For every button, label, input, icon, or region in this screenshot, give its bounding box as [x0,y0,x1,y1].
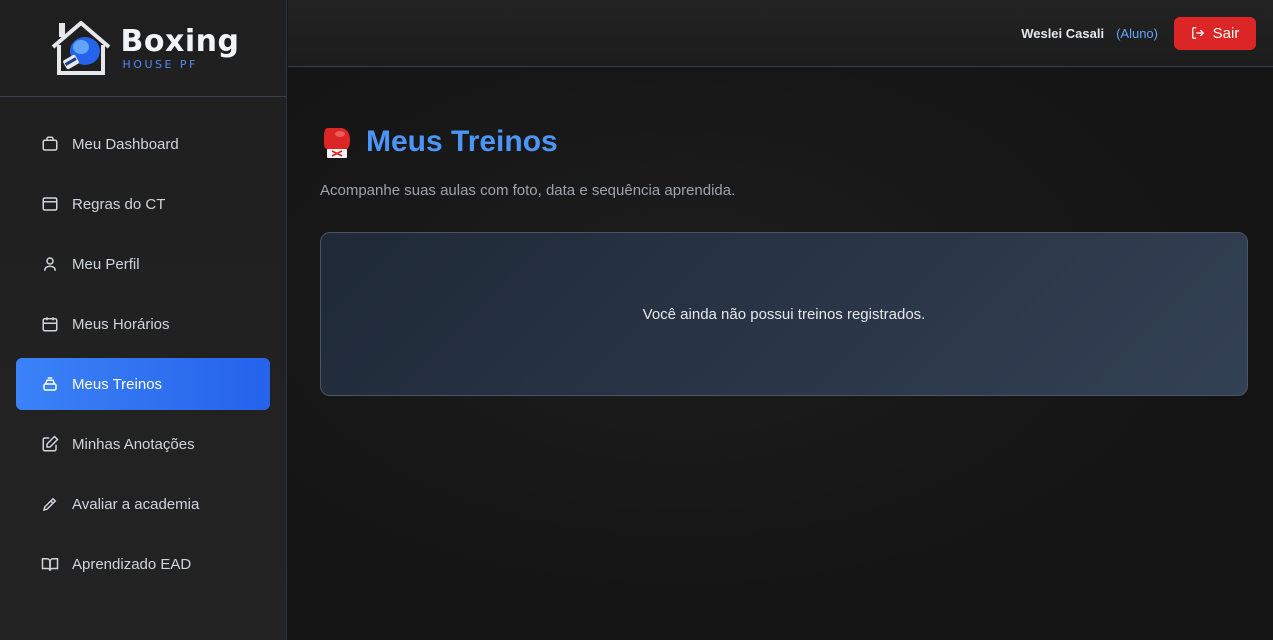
page-title: Meus Treinos [320,124,1248,160]
sidebar-item-perfil[interactable]: Meu Perfil [16,238,270,290]
page-subtitle: Acompanhe suas aulas com foto, data e se… [320,182,736,199]
sidebar-item-label: Minhas Anotações [72,435,195,453]
sidebar-item-label: Aprendizado EAD [72,555,192,573]
sidebar: Boxing HOUSE PF Meu Dashboard Regras do … [0,0,287,640]
user-role: (Aluno) [1116,25,1158,41]
sidebar-item-label: Meu Perfil [72,255,140,273]
sidebar-item-label: Meus Horários [72,315,170,333]
edit-icon [40,434,60,454]
logo[interactable]: Boxing HOUSE PF [47,19,240,77]
logout-icon [1191,27,1204,39]
empty-state-card: Você ainda não possui treinos registrado… [320,232,1248,396]
sidebar-item-regras[interactable]: Regras do CT [16,178,270,230]
window-icon [40,194,60,214]
sidebar-item-ead[interactable]: Aprendizado EAD [16,538,270,590]
boxing-house-logo-icon [51,21,110,75]
sidebar-item-anotacoes[interactable]: Minhas Anotações [16,418,270,470]
main-content: Meus Treinos Acompanhe suas aulas com fo… [288,68,1273,640]
page-heading: Meus Treinos [366,125,558,158]
sidebar-item-dashboard[interactable]: Meu Dashboard [16,118,270,170]
pen-icon [40,494,60,514]
sidebar-item-treinos[interactable]: Meus Treinos [16,358,270,410]
empty-state-message: Você ainda não possui treinos registrado… [642,305,926,323]
brand-name: Boxing [120,23,240,59]
sidebar-item-horarios[interactable]: Meus Horários [16,298,270,350]
logout-button[interactable]: Sair [1174,16,1256,50]
sidebar-item-avaliar[interactable]: Avaliar a academia [16,478,270,530]
boxing-glove-icon [324,128,350,158]
sidebar-nav: Meu Dashboard Regras do CT Meu Perfil Me… [0,97,286,590]
sidebar-item-label: Regras do CT [72,195,166,213]
logout-label: Sair [1212,24,1240,42]
stack-icon [40,374,60,394]
sidebar-item-label: Avaliar a academia [72,495,200,513]
briefcase-icon [40,134,60,154]
brand-area: Boxing HOUSE PF [0,0,286,97]
user-icon [40,254,60,274]
brand-tagline: HOUSE PF [122,57,198,71]
sidebar-item-label: Meu Dashboard [72,135,179,153]
sidebar-item-label: Meus Treinos [72,375,163,393]
calendar-icon [40,314,60,334]
top-header: Weslei Casali (Aluno) Sair [288,0,1273,67]
user-name: Weslei Casali [1021,25,1105,41]
book-icon [40,554,60,574]
